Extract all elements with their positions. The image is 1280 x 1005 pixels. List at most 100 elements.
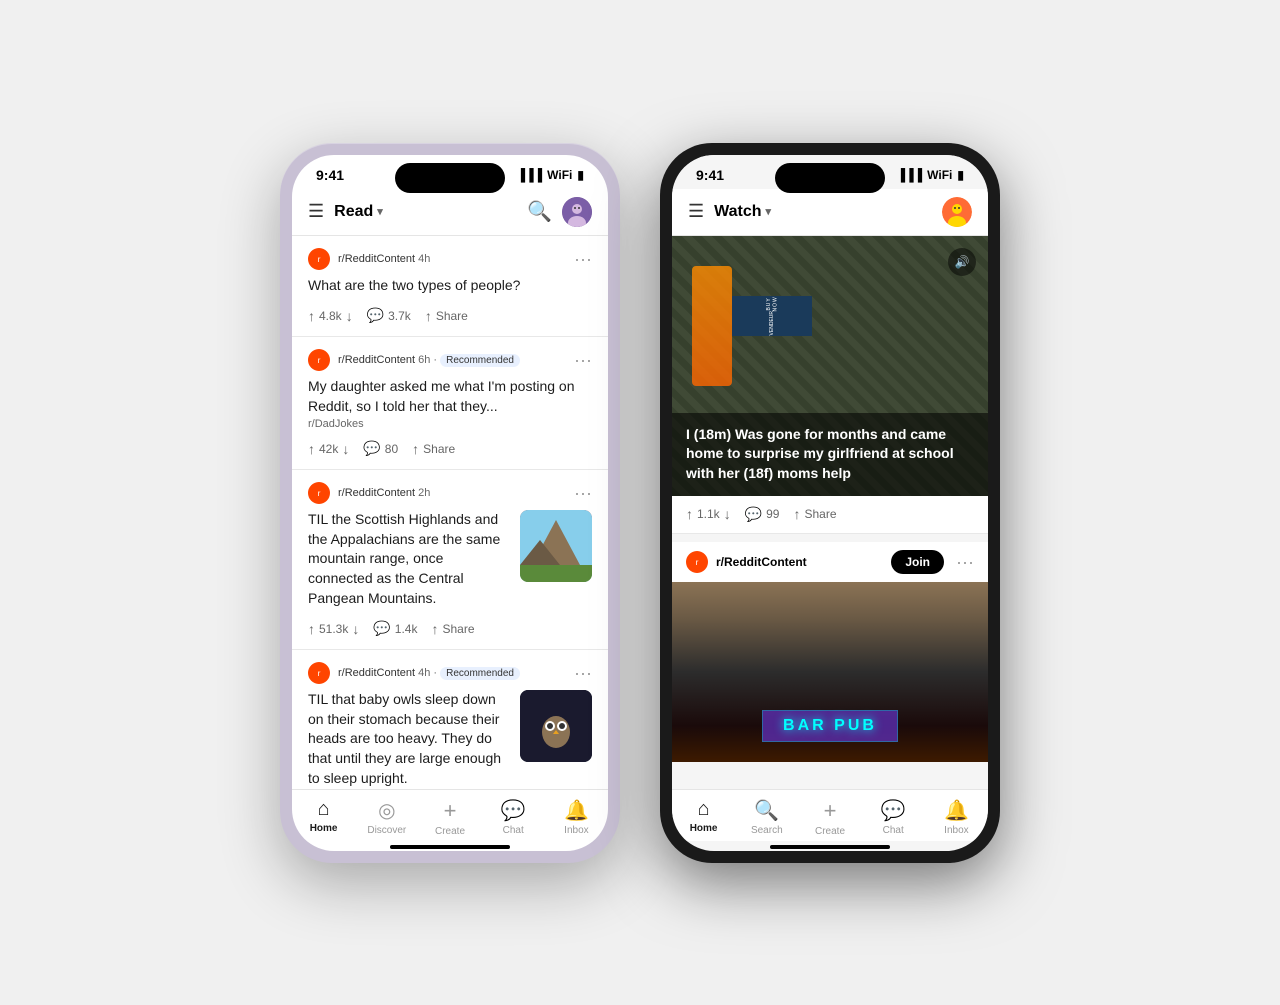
video-1-upvote[interactable]: ↑ 1.1k ↓ <box>686 506 731 522</box>
post-4-thumbnail <box>520 690 592 762</box>
tab-inbox-right[interactable]: 🔔 Inbox <box>925 798 988 837</box>
comment-icon-3: 💬 <box>373 620 390 637</box>
tab-home-left[interactable]: ⌂ Home <box>292 798 355 837</box>
hamburger-icon-left[interactable]: ☰ <box>308 201 324 222</box>
reddit-logo-3: r <box>308 482 330 504</box>
post-3-upvote-count: 51.3k <box>319 622 348 636</box>
tab-search-right[interactable]: 🔍 Search <box>735 798 798 837</box>
avatar-image-right <box>942 197 972 227</box>
post-1-content: What are the two types of people? <box>308 276 592 298</box>
post-3-upvote[interactable]: ↑ 51.3k ↓ <box>308 621 359 637</box>
tab-chat-left[interactable]: 💬 Chat <box>482 798 545 837</box>
post-2-sub-tag: r/DadJokes <box>308 418 592 430</box>
comment-icon-1: 💬 <box>367 307 384 324</box>
read-chevron-icon: ▾ <box>377 205 383 218</box>
post-4-meta: r/RedditContent 4h · Recommended <box>338 667 566 679</box>
post-1-comments[interactable]: 💬 3.7k <box>367 307 411 324</box>
tab-chat-right[interactable]: 💬 Chat <box>862 798 925 837</box>
post-4-more[interactable]: ··· <box>574 664 592 682</box>
upvote-icon-v1: ↑ <box>686 506 693 522</box>
video-1-share[interactable]: ↑ Share <box>793 506 836 522</box>
downvote-icon-1: ↓ <box>346 308 353 324</box>
chat-label-left: Chat <box>503 825 524 836</box>
bottom-tabs-right: ⌂ Home 🔍 Search + Create 💬 Chat 🔔 I <box>672 789 988 841</box>
video-1-comment-count: 99 <box>766 507 779 521</box>
watch-feed: BUY NOW VENDEUR 🔊 I (18m) Was gone for m… <box>672 236 988 789</box>
tab-create-left[interactable]: + Create <box>418 798 481 837</box>
phone-right-screen: 9:41 ▐▐▐ WiFi ▮ ☰ Watch ▾ <box>672 155 988 851</box>
join-button[interactable]: Join <box>891 550 944 574</box>
chat-icon-left: 💬 <box>501 798 526 823</box>
downvote-icon-3: ↓ <box>352 621 359 637</box>
post-1-subreddit: r/RedditContent <box>338 253 415 265</box>
wifi-icon-left: WiFi <box>547 168 572 182</box>
video-1-comments[interactable]: 💬 99 <box>745 506 780 523</box>
post-1-title: What are the two types of people? <box>308 276 592 296</box>
avatar-right[interactable] <box>942 197 972 227</box>
post-2-share[interactable]: ↑ Share <box>412 441 455 457</box>
tab-discover-left[interactable]: ◎ Discover <box>355 798 418 837</box>
tab-create-right[interactable]: + Create <box>798 798 861 837</box>
post-1-more[interactable]: ··· <box>574 250 592 268</box>
dynamic-island-left <box>395 163 505 193</box>
post-2-text: My daughter asked me what I'm posting on… <box>308 377 592 430</box>
status-time-left: 9:41 <box>316 167 344 183</box>
video-2-bg: BAR PUB <box>672 582 988 762</box>
post-2-comments[interactable]: 💬 80 <box>363 440 398 457</box>
tab-inbox-left[interactable]: 🔔 Inbox <box>545 798 608 837</box>
share-icon-2: ↑ <box>412 441 419 457</box>
post-1-comment-count: 3.7k <box>388 309 411 323</box>
inbox-label-right: Inbox <box>944 825 968 836</box>
post-1-upvote-count: 4.8k <box>319 309 342 323</box>
status-icons-left: ▐▐▐ WiFi ▮ <box>517 168 584 182</box>
post-4-header: r r/RedditContent 4h · Recommended ··· <box>308 662 592 684</box>
home-indicator-left <box>390 845 510 849</box>
post-1-actions: ↑ 4.8k ↓ 💬 3.7k ↑ Share <box>308 307 592 324</box>
search-icon-left[interactable]: 🔍 <box>527 199 552 224</box>
hamburger-icon-right[interactable]: ☰ <box>688 201 704 222</box>
post-3-share-label: Share <box>442 622 474 636</box>
reddit-logo-2: r <box>308 349 330 371</box>
signal-icon-right: ▐▐▐ <box>897 168 923 182</box>
create-icon-left: + <box>444 798 457 824</box>
post-4-title: TIL that baby owls sleep down on their s… <box>308 690 510 788</box>
video-2-header: r r/RedditContent Join ··· <box>672 542 988 582</box>
video-2-more[interactable]: ··· <box>956 553 974 571</box>
post-2-more[interactable]: ··· <box>574 351 592 369</box>
downvote-icon-2: ↓ <box>342 441 349 457</box>
home-label-left: Home <box>310 823 338 834</box>
post-4: r r/RedditContent 4h · Recommended ··· T… <box>292 650 608 788</box>
post-1-share[interactable]: ↑ Share <box>425 308 468 324</box>
post-3-title: TIL the Scottish Highlands and the Appal… <box>308 510 510 608</box>
post-4-text: TIL that baby owls sleep down on their s… <box>308 690 510 788</box>
battery-icon-left: ▮ <box>577 168 584 182</box>
post-2-upvote[interactable]: ↑ 42k ↓ <box>308 441 349 457</box>
post-1-meta: r/RedditContent 4h <box>338 253 566 265</box>
tab-home-right[interactable]: ⌂ Home <box>672 798 735 837</box>
post-3-share[interactable]: ↑ Share <box>431 621 474 637</box>
dynamic-island-right <box>775 163 885 193</box>
create-label-left: Create <box>435 826 465 837</box>
sign-element: BUY NOW VENDEUR <box>732 296 812 336</box>
video-1-title: I (18m) Was gone for months and came hom… <box>672 413 988 496</box>
post-1-upvote[interactable]: ↑ 4.8k ↓ <box>308 308 353 324</box>
post-3-comment-count: 1.4k <box>395 622 418 636</box>
feed-left: r r/RedditContent 4h ··· What are the tw… <box>292 236 608 789</box>
downvote-icon-v1: ↓ <box>724 506 731 522</box>
post-1: r r/RedditContent 4h ··· What are the tw… <box>292 236 608 338</box>
post-3-more[interactable]: ··· <box>574 484 592 502</box>
post-2: r r/RedditContent 6h · Recommended ··· M… <box>292 337 608 470</box>
watch-dropdown[interactable]: Watch ▾ <box>714 203 771 221</box>
post-3-comments[interactable]: 💬 1.4k <box>373 620 417 637</box>
post-2-header: r r/RedditContent 6h · Recommended ··· <box>308 349 592 371</box>
phone-right: 9:41 ▐▐▐ WiFi ▮ ☰ Watch ▾ <box>660 143 1000 863</box>
orange-element <box>692 266 732 386</box>
inbox-icon-right: 🔔 <box>944 798 969 823</box>
sound-button[interactable]: 🔊 <box>948 248 976 276</box>
read-dropdown[interactable]: Read ▾ <box>334 203 383 221</box>
video-1-actions: ↑ 1.1k ↓ 💬 99 ↑ Share <box>672 496 988 534</box>
search-label-right: Search <box>751 825 783 836</box>
signal-icon-left: ▐▐▐ <box>517 168 543 182</box>
avatar-left[interactable] <box>562 197 592 227</box>
watch-label: Watch <box>714 203 761 221</box>
